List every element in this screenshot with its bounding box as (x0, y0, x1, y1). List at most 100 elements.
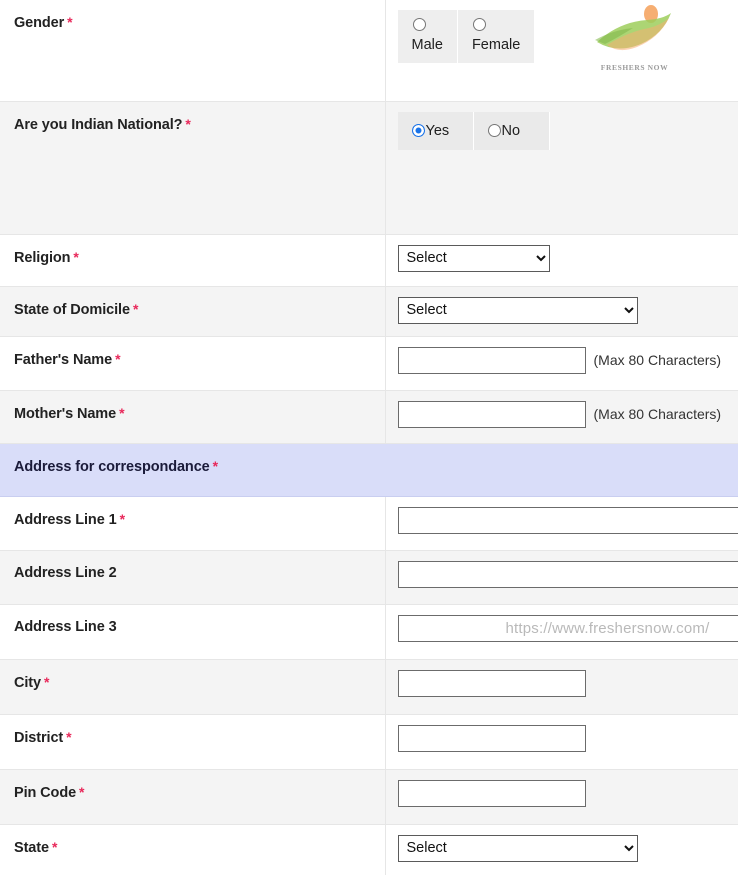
label-text-fathers-name: Father's Name (14, 351, 113, 368)
radio-label-male: Male (411, 37, 443, 53)
form-row-mothers-name: Mother's Name * (Max 80 Characters) (0, 390, 738, 444)
pin-code-input[interactable] (397, 779, 586, 807)
state-of-domicile-select[interactable]: Select (397, 296, 638, 324)
fathers-name-input[interactable] (397, 346, 586, 374)
section-title-address: Address for correspondance * (14, 458, 738, 476)
radio-label-no: No (501, 122, 521, 139)
required-marker-address-section: * (212, 457, 218, 474)
address-line-1-input[interactable] (397, 506, 738, 534)
field-cell-state-of-domicile: Select (385, 286, 738, 337)
field-label-religion: Religion * (14, 249, 385, 267)
field-label-gender: Gender * (14, 14, 385, 32)
required-marker-pin-code: * (79, 783, 85, 800)
label-cell-state-of-domicile: State of Domicile * (0, 286, 386, 337)
religion-select[interactable]: Select (397, 244, 550, 272)
fathers-name-field-line: (Max 80 Characters) (397, 346, 738, 374)
required-marker-state: * (51, 838, 58, 855)
required-marker-state-of-domicile: * (132, 300, 139, 317)
radio-option-no[interactable]: No (473, 111, 550, 150)
mothers-name-input[interactable] (397, 400, 586, 428)
label-cell-indian-national: Are you Indian National? * (0, 101, 386, 235)
label-cell-fathers-name: Father's Name * (0, 336, 386, 391)
field-label-pin-code: Pin Code * (14, 784, 385, 802)
label-cell-district: District * (0, 714, 386, 770)
section-header-cell-address: Address for correspondance * (0, 443, 738, 497)
radio-icon-yes[interactable] (411, 124, 425, 138)
label-text-address-line-3: Address Line 3 (14, 618, 117, 635)
radio-option-male[interactable]: Male (397, 10, 458, 63)
form-row-address-line-3: Address Line 3 https://www.freshersnow.c… (0, 604, 738, 660)
form-row-address-line-1: Address Line 1 * (0, 496, 738, 551)
form-row-district: District * (0, 714, 738, 770)
field-label-state-of-domicile: State of Domicile * (14, 301, 385, 319)
radio-icon-female[interactable] (472, 18, 486, 31)
radio-group-indian-national: Yes No (397, 111, 738, 150)
form-row-pin-code: Pin Code * (0, 769, 738, 825)
form-row-indian-national: Are you Indian National? * Yes No (0, 101, 738, 235)
label-cell-city: City * (0, 659, 386, 715)
label-text-indian-national: Are you Indian National? (14, 116, 183, 133)
form-row-city: City * (0, 659, 738, 715)
label-cell-pin-code: Pin Code * (0, 769, 386, 825)
required-marker-indian-national: * (185, 115, 191, 132)
label-cell-state: State * (0, 824, 386, 875)
required-marker-gender: * (67, 14, 73, 30)
field-label-address-line-1: Address Line 1 * (14, 511, 385, 529)
form-row-address-line-2: Address Line 2 (0, 550, 738, 605)
field-label-mothers-name: Mother's Name * (14, 405, 385, 423)
form-rows-body: Gender * Male Female FRESHERS NOW Are yo… (0, 0, 738, 875)
radio-label-female: Female (471, 37, 521, 53)
required-marker-address-line-1: * (119, 510, 125, 527)
section-title-text-address: Address for correspondance (14, 458, 210, 475)
form-row-state: State * Select (0, 824, 738, 875)
field-label-indian-national: Are you Indian National? * (14, 116, 385, 134)
required-marker-district: * (66, 728, 72, 745)
required-marker-city: * (44, 673, 50, 690)
label-text-address-line-1: Address Line 1 (14, 511, 117, 528)
field-cell-address-line-2 (385, 550, 738, 605)
field-cell-indian-national: Yes No (385, 101, 738, 235)
field-label-city: City * (14, 674, 385, 692)
fathers-name-hint: (Max 80 Characters) (593, 352, 722, 368)
label-text-state-of-domicile: State of Domicile (14, 301, 130, 318)
city-input[interactable] (397, 669, 586, 697)
district-input[interactable] (397, 724, 586, 752)
radio-icon-no[interactable] (487, 124, 501, 138)
radio-icon-male[interactable] (412, 18, 426, 31)
form-row-religion: Religion * Select (0, 234, 738, 287)
label-text-gender: Gender (14, 15, 65, 31)
mothers-name-hint: (Max 80 Characters) (593, 406, 722, 422)
field-cell-address-line-1 (385, 496, 738, 551)
required-marker-religion: * (73, 248, 79, 265)
label-cell-religion: Religion * (0, 234, 386, 287)
radio-option-yes[interactable]: Yes (397, 111, 474, 150)
label-text-religion: Religion (14, 249, 71, 266)
field-cell-fathers-name: (Max 80 Characters) (385, 336, 738, 391)
field-cell-mothers-name: (Max 80 Characters) (385, 390, 738, 444)
label-text-city: City (14, 674, 41, 691)
radio-option-female[interactable]: Female (457, 10, 536, 63)
required-marker-mothers-name: * (119, 404, 125, 421)
state-select[interactable]: Select (397, 834, 638, 862)
mothers-name-field-line: (Max 80 Characters) (397, 400, 738, 428)
form-row-gender: Gender * Male Female FRESHERS NOW (0, 0, 738, 102)
label-text-district: District (14, 729, 64, 746)
radio-label-yes: Yes (425, 122, 450, 139)
label-cell-gender: Gender * (0, 0, 386, 102)
label-cell-mothers-name: Mother's Name * (0, 390, 386, 444)
address-line-2-input[interactable] (397, 560, 738, 588)
form-row-state-of-domicile: State of Domicile * Select (0, 286, 738, 337)
label-text-mothers-name: Mother's Name (14, 405, 117, 422)
radio-group-gender: Male Female (397, 10, 738, 63)
field-cell-district (385, 714, 738, 770)
field-cell-city (385, 659, 738, 715)
label-cell-address-line-3: Address Line 3 (0, 604, 386, 660)
field-label-address-line-3: Address Line 3 (14, 619, 385, 636)
required-marker-fathers-name: * (115, 350, 121, 367)
field-label-state: State * (14, 839, 385, 857)
field-label-district: District * (14, 729, 385, 747)
logo-wordmark: FRESHERS NOW (600, 63, 669, 72)
address-line-3-input[interactable] (397, 614, 738, 642)
field-cell-gender: Male Female FRESHERS NOW (385, 0, 738, 102)
field-cell-religion: Select (385, 234, 738, 287)
